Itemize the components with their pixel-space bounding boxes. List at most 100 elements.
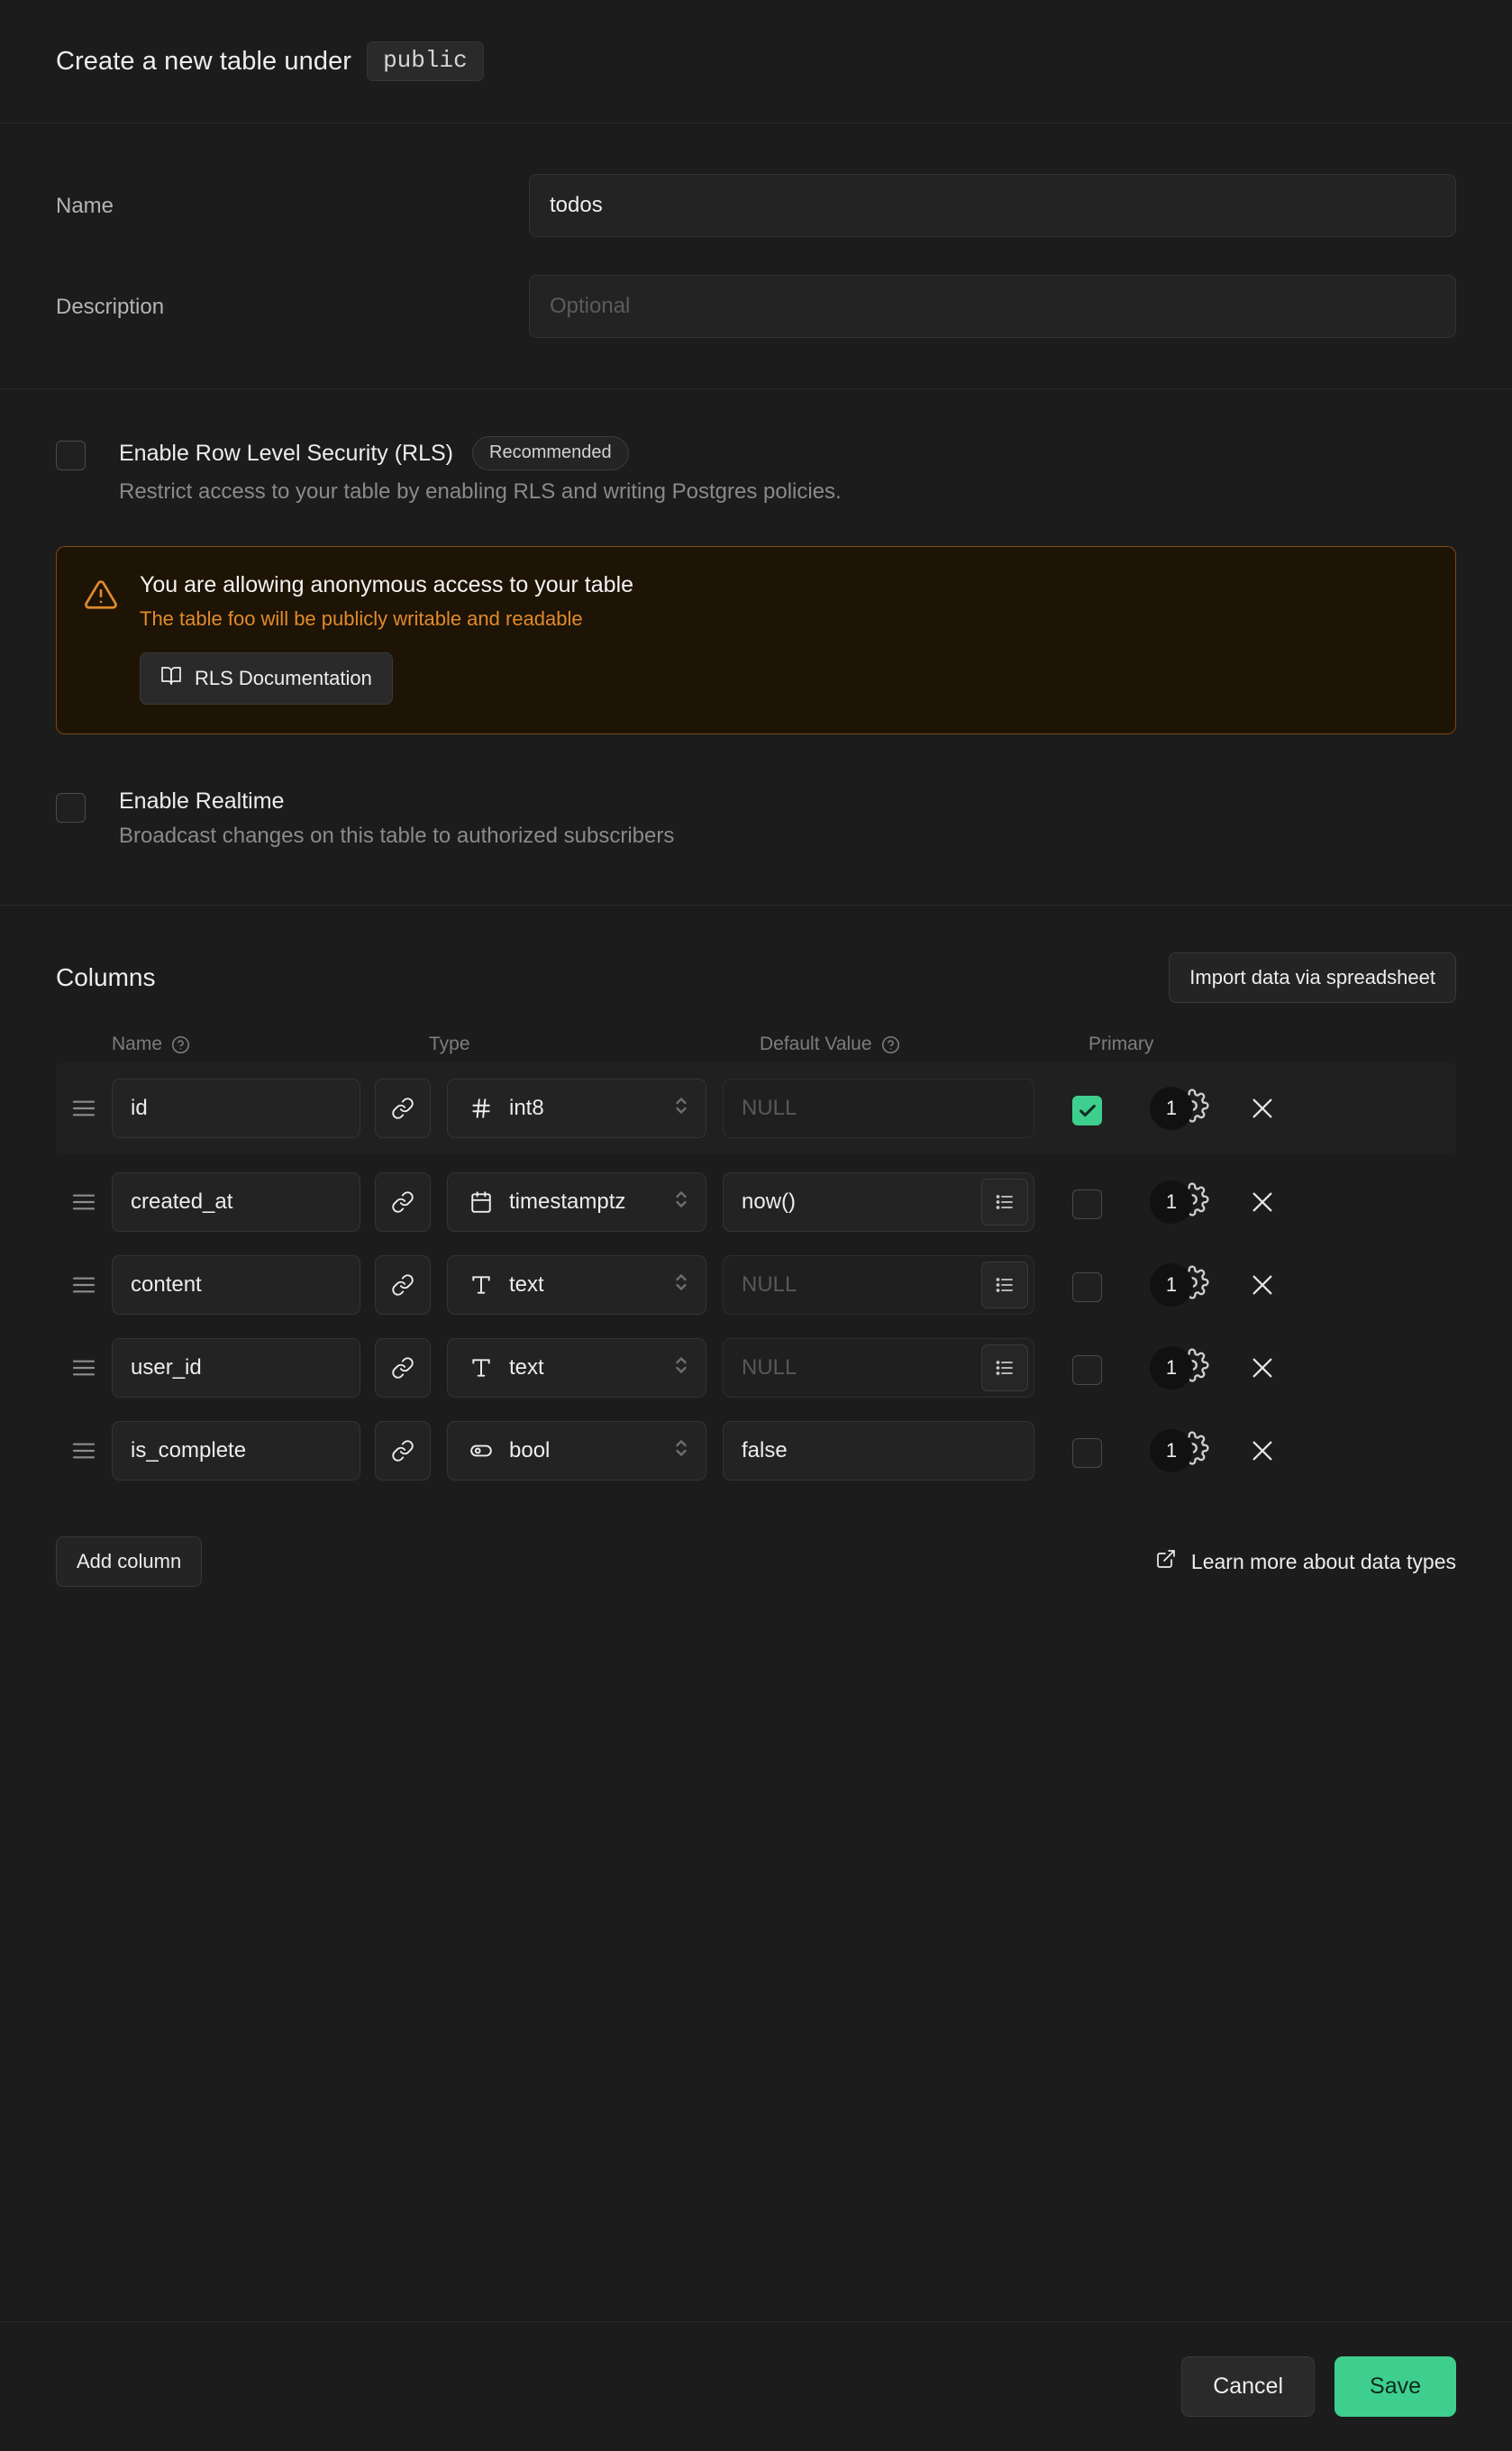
column-header-type: Type xyxy=(429,1034,470,1054)
help-circle-icon[interactable] xyxy=(881,1035,900,1054)
rls-documentation-label: RLS Documentation xyxy=(195,667,372,689)
panel-footer: Cancel Save xyxy=(0,2321,1512,2451)
column-name-input[interactable]: user_id xyxy=(112,1338,360,1398)
settings-count-badge: 1 xyxy=(1150,1346,1193,1390)
settings-count-badge: 1 xyxy=(1150,1263,1193,1307)
primary-key-checkbox[interactable] xyxy=(1072,1189,1102,1219)
default-value-input[interactable]: now() xyxy=(723,1172,1034,1232)
primary-cell xyxy=(1034,1091,1143,1125)
drag-handle-icon[interactable] xyxy=(56,1275,112,1295)
add-column-button[interactable]: Add column xyxy=(56,1536,203,1587)
page-title: Create a new table under xyxy=(56,46,352,76)
primary-key-checkbox[interactable] xyxy=(1072,1355,1102,1385)
table-row: id int8 NULL 1 xyxy=(56,1062,1456,1154)
drag-handle-icon[interactable] xyxy=(56,1192,112,1212)
default-value-input[interactable]: false xyxy=(723,1421,1034,1481)
remove-column-button[interactable] xyxy=(1234,1436,1290,1465)
toggle-icon xyxy=(466,1439,496,1462)
column-type-label: text xyxy=(509,1355,544,1380)
column-type-select[interactable]: int8 xyxy=(447,1079,706,1138)
column-settings-button[interactable]: 1 xyxy=(1150,1081,1220,1135)
alert-subtitle: The table foo will be publicly writable … xyxy=(140,607,583,630)
columns-section: Columns Import data via spreadsheet Name… xyxy=(0,906,1512,1655)
primary-key-checkbox[interactable] xyxy=(1072,1438,1102,1468)
settings-count-badge: 1 xyxy=(1150,1180,1193,1224)
settings-count-badge: 1 xyxy=(1150,1429,1193,1472)
remove-column-button[interactable] xyxy=(1234,1188,1290,1216)
rls-recommended-badge: Recommended xyxy=(472,436,629,470)
column-settings-button[interactable]: 1 xyxy=(1150,1258,1220,1312)
column-name-input[interactable]: id xyxy=(112,1079,360,1138)
column-type-select[interactable]: timestamptz xyxy=(447,1172,706,1232)
primary-cell xyxy=(1034,1185,1143,1219)
foreign-key-link-button[interactable] xyxy=(375,1255,431,1315)
realtime-checkbox[interactable] xyxy=(56,793,86,823)
name-row: Name todos xyxy=(56,174,1456,237)
rls-row: Enable Row Level Security (RLS) Recommen… xyxy=(56,436,1456,505)
columns-title: Columns xyxy=(56,963,156,991)
primary-key-checkbox[interactable] xyxy=(1072,1096,1102,1125)
column-settings-button[interactable]: 1 xyxy=(1150,1341,1220,1395)
name-input[interactable]: todos xyxy=(529,174,1456,237)
default-value-input[interactable]: NULL xyxy=(723,1255,1034,1315)
schema-badge: public xyxy=(367,41,484,81)
column-header-name: Name xyxy=(112,1034,163,1054)
column-settings-button[interactable]: 1 xyxy=(1150,1175,1220,1229)
warning-triangle-icon xyxy=(84,578,120,705)
remove-column-button[interactable] xyxy=(1234,1094,1290,1123)
security-section: Enable Row Level Security (RLS) Recommen… xyxy=(0,389,1512,906)
default-value-input[interactable]: NULL xyxy=(723,1079,1034,1138)
default-value-text: NULL xyxy=(742,1272,797,1297)
foreign-key-link-button[interactable] xyxy=(375,1172,431,1232)
chevron-updown-icon xyxy=(671,1269,691,1302)
foreign-key-link-button[interactable] xyxy=(375,1338,431,1398)
remove-column-button[interactable] xyxy=(1234,1353,1290,1382)
column-name-input[interactable]: created_at xyxy=(112,1172,360,1232)
default-value-options-button[interactable] xyxy=(981,1262,1028,1308)
default-value-options-button[interactable] xyxy=(981,1179,1028,1226)
realtime-description: Broadcast changes on this table to autho… xyxy=(119,824,675,848)
column-type-select[interactable]: bool xyxy=(447,1421,706,1481)
book-open-icon xyxy=(160,665,195,692)
table-row: is_complete bool false 1 xyxy=(56,1416,1456,1486)
column-name-input[interactable]: is_complete xyxy=(112,1421,360,1481)
description-row: Description Optional xyxy=(56,275,1456,338)
realtime-label: Enable Realtime xyxy=(119,788,285,814)
table-row: user_id text NULL 1 xyxy=(56,1333,1456,1403)
column-name-input[interactable]: content xyxy=(112,1255,360,1315)
drag-handle-icon[interactable] xyxy=(56,1098,112,1118)
primary-cell xyxy=(1034,1268,1143,1302)
columns-table-header: Name Type Default Value Primary xyxy=(56,1034,1456,1055)
cancel-button[interactable]: Cancel xyxy=(1181,2356,1316,2417)
column-settings-button[interactable]: 1 xyxy=(1150,1424,1220,1478)
help-circle-icon[interactable] xyxy=(171,1035,190,1054)
drag-handle-icon[interactable] xyxy=(56,1358,112,1378)
table-row: created_at timestamptz now() 1 xyxy=(56,1167,1456,1237)
column-type-select[interactable]: text xyxy=(447,1338,706,1398)
realtime-row: Enable Realtime Broadcast changes on thi… xyxy=(56,788,1456,849)
panel-header: Create a new table under public xyxy=(0,0,1512,123)
default-value-options-button[interactable] xyxy=(981,1344,1028,1391)
rls-checkbox[interactable] xyxy=(56,441,86,470)
column-type-label: timestamptz xyxy=(509,1189,626,1214)
default-value-text: NULL xyxy=(742,1355,797,1380)
remove-column-button[interactable] xyxy=(1234,1271,1290,1299)
create-table-panel: Create a new table under public Name tod… xyxy=(0,0,1512,2451)
drag-handle-icon[interactable] xyxy=(56,1441,112,1461)
chevron-updown-icon xyxy=(671,1186,691,1219)
hash-icon xyxy=(466,1097,496,1120)
foreign-key-link-button[interactable] xyxy=(375,1079,431,1138)
learn-more-data-types-link[interactable]: Learn more about data types xyxy=(1155,1548,1456,1575)
foreign-key-link-button[interactable] xyxy=(375,1421,431,1481)
import-spreadsheet-button[interactable]: Import data via spreadsheet xyxy=(1169,952,1456,1003)
save-button[interactable]: Save xyxy=(1334,2356,1456,2417)
text-icon xyxy=(466,1356,496,1380)
rls-label: Enable Row Level Security (RLS) xyxy=(119,440,453,466)
column-header-primary: Primary xyxy=(1088,1034,1154,1054)
rls-documentation-button[interactable]: RLS Documentation xyxy=(140,652,393,705)
default-value-input[interactable]: NULL xyxy=(723,1338,1034,1398)
description-input[interactable]: Optional xyxy=(529,275,1456,338)
primary-key-checkbox[interactable] xyxy=(1072,1272,1102,1302)
column-type-select[interactable]: text xyxy=(447,1255,706,1315)
